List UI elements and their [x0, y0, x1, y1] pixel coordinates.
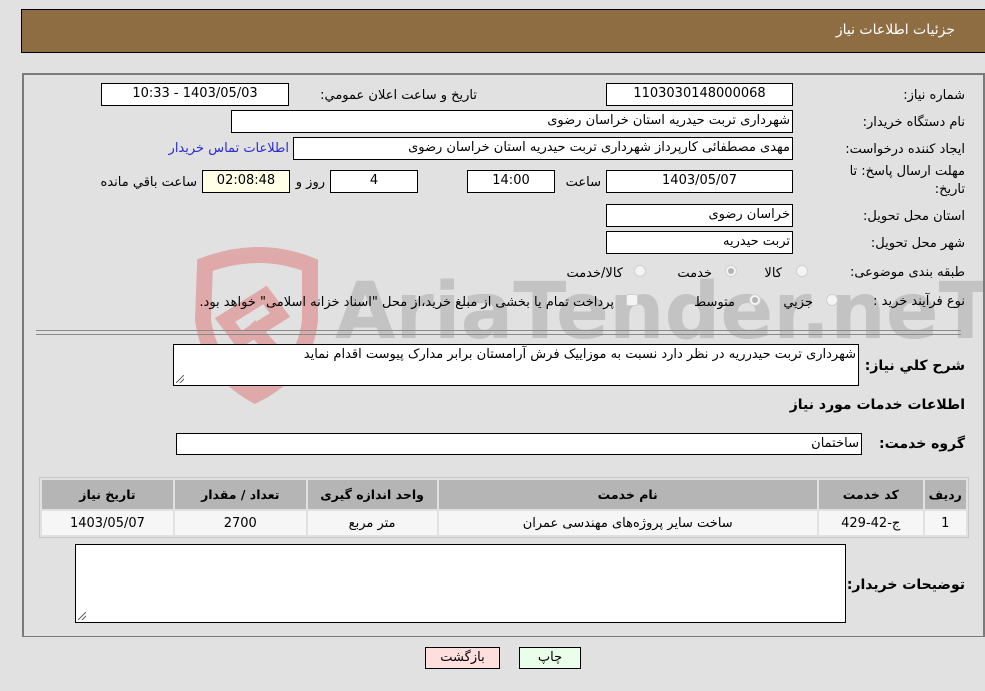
cell-need-date: 1403/05/07 [42, 511, 173, 535]
category-radio-service[interactable] [725, 265, 737, 277]
description-text: شهرداری تربت حیدرریه در نظر دارد نسبت به… [303, 347, 856, 362]
buyer-org-field: شهرداری تربت حیدریه استان خراسان رضوی [231, 110, 793, 133]
purchase-radio-minor[interactable] [826, 294, 838, 306]
page-header: جزئیات اطلاعات نیاز [21, 9, 985, 53]
days-label: روز و [295, 175, 325, 190]
category-radio-goods[interactable] [796, 265, 808, 277]
col-header-row-number: ردیف [924, 480, 966, 509]
remaining-time-field: 02:08:48 [202, 170, 290, 193]
buyer-notes-label: توضیحات خریدار: [846, 577, 965, 593]
category-option-goods-service: کالا/خدمت [566, 266, 623, 281]
cell-service-name: ساخت سایر پروژه‌های مهندسی عمران [438, 511, 817, 535]
delivery-city-label: شهر محل تحویل: [870, 236, 965, 251]
deadline-label-line1: مهلت ارسال پاسخ: تا [849, 164, 965, 179]
deadline-time-label: ساعت [565, 175, 601, 190]
delivery-province-label: استان محل تحویل: [863, 209, 965, 224]
delivery-city-field: تربت حیدریه [606, 231, 793, 254]
remaining-time-label: ساعت باقي مانده [100, 175, 197, 190]
print-button[interactable]: چاپ [519, 647, 581, 669]
services-section-title: اطلاعات خدمات مورد نیاز [789, 397, 965, 413]
purchase-option-medium: متوسط [694, 295, 735, 310]
deadline-date-field: 1403/05/07 [606, 170, 793, 193]
back-button[interactable]: بازگشت [425, 647, 500, 669]
description-label: شرح کلي نیاز: [864, 358, 965, 374]
announce-datetime-field: 1403/05/03 - 10:33 [101, 83, 289, 106]
col-header-need-date: تاریخ نیاز [42, 480, 173, 509]
col-header-service-code: کد خدمت [818, 480, 923, 509]
table-header-row: ردیف کد خدمت نام خدمت واحد اندازه گیری ت… [42, 480, 966, 509]
description-field[interactable]: شهرداری تربت حیدرریه در نظر دارد نسبت به… [173, 344, 859, 386]
category-option-service: خدمت [677, 266, 712, 281]
page-title: جزئیات اطلاعات نیاز [835, 22, 955, 38]
cell-unit: متر مربع [307, 511, 437, 535]
col-header-quantity: تعداد / مقدار [174, 480, 306, 509]
buyer-contact-link[interactable]: اطلاعات تماس خریدار [169, 141, 289, 156]
purchase-radio-medium[interactable] [749, 294, 761, 306]
delivery-province-field: خراسان رضوی [606, 204, 793, 227]
category-option-goods: کالا [764, 266, 782, 281]
cell-service-code: ج-42-429 [818, 511, 923, 535]
category-label: طبقه بندی موضوعی: [849, 265, 965, 280]
category-radio-goods-service[interactable] [634, 265, 646, 277]
table-row: 1 ج-42-429 ساخت سایر پروژه‌های مهندسی عم… [42, 511, 966, 535]
treasury-note: پرداخت تمام یا بخشی از مبلغ خرید،از محل … [199, 295, 614, 310]
purchase-type-label: نوع فرآیند خرید : [873, 294, 965, 309]
remaining-days-field: 4 [330, 170, 418, 193]
announce-datetime-label: تاریخ و ساعت اعلان عمومي: [320, 88, 477, 103]
col-header-unit: واحد اندازه گیری [307, 480, 437, 509]
service-group-label: گروه خدمت: [879, 436, 965, 452]
cell-quantity: 2700 [174, 511, 306, 535]
purchase-option-minor: جزيي [783, 295, 813, 310]
requester-field: مهدی مصطفائی کارپرداز شهرداری تربت حیدری… [293, 137, 793, 160]
resize-grip-icon[interactable] [78, 612, 86, 620]
buyer-org-label: نام دستگاه خریدار: [862, 115, 965, 130]
deadline-time-field: 14:00 [467, 170, 555, 193]
service-group-field: ساختمان [176, 433, 862, 455]
cell-row-number: 1 [924, 511, 966, 535]
services-table: ردیف کد خدمت نام خدمت واحد اندازه گیری ت… [39, 477, 969, 538]
col-header-service-name: نام خدمت [438, 480, 817, 509]
resize-grip-icon[interactable] [176, 375, 184, 383]
buyer-notes-field[interactable] [75, 544, 846, 623]
treasury-checkbox[interactable] [626, 294, 638, 306]
requester-label: ایجاد کننده درخواست: [845, 142, 965, 157]
need-number-label: شماره نیاز: [903, 88, 965, 103]
deadline-label-line2: تاریخ: [934, 182, 965, 197]
need-number-field: 1103030148000068 [606, 83, 793, 106]
